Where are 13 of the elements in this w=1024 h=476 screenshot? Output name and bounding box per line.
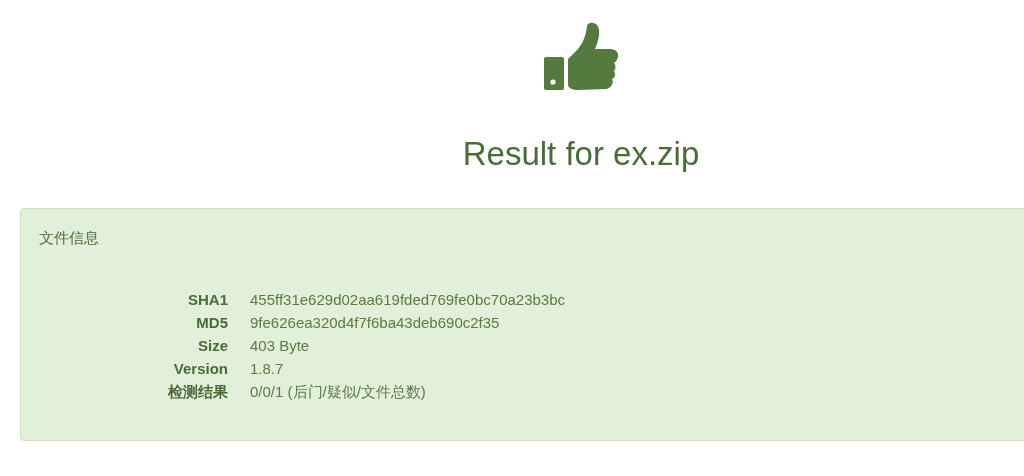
field-label: Version <box>172 359 228 379</box>
field-value: 1.8.7 <box>250 359 285 379</box>
thumbs-up-icon <box>543 22 619 92</box>
field-label: MD5 <box>195 313 228 333</box>
field-value: 9fe626ea320d4f7f6ba43deb690c2f35 <box>250 313 501 333</box>
result-heading: Result for ex.zip <box>462 134 700 174</box>
panel-title: 文件信息 <box>39 229 100 248</box>
field-label: 检测结果 <box>166 382 228 402</box>
field-label: SHA1 <box>187 290 228 310</box>
field-value: 0/0/1 (后门/疑似/文件总数) <box>250 382 427 402</box>
field-label: Size <box>197 336 228 356</box>
field-value: 403 Byte <box>250 336 311 356</box>
field-value: 455ff31e629d02aa619fded769fe0bc70a23b3bc <box>250 290 566 310</box>
